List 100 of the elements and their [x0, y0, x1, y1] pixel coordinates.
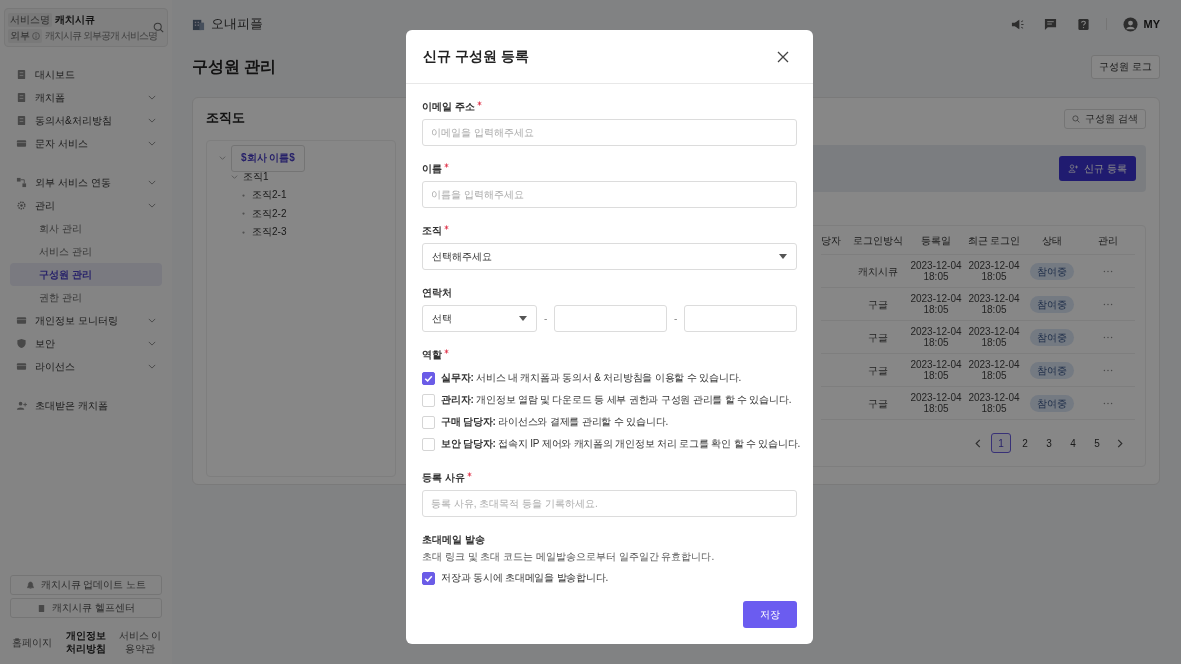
table-cell-text: 2023-12-04 18:05	[909, 326, 963, 348]
user-name: MY	[1143, 18, 1160, 30]
tree-item[interactable]: 조직2-1	[252, 188, 287, 203]
column-header: 로그인방식	[852, 234, 904, 246]
document-icon	[16, 115, 27, 126]
search-icon	[1072, 115, 1081, 123]
separator-text: -	[544, 313, 548, 324]
menu-item[interactable]: 동의서&처리방침	[10, 109, 162, 132]
search-icon[interactable]	[153, 22, 164, 33]
footer-link[interactable]: 홈페이지	[10, 635, 54, 649]
help-center-button[interactable]: 캐치시큐 헬프센터	[10, 598, 162, 618]
more-icon[interactable]	[1103, 401, 1113, 405]
table-cell-text: 2023-12-04 18:05	[967, 293, 1021, 315]
add-member-button[interactable]: 신규 등록	[1059, 156, 1136, 181]
page-button[interactable]: 2	[1015, 433, 1035, 453]
chevron-left-icon[interactable]	[975, 438, 981, 448]
chevron-right-icon[interactable]	[1117, 438, 1123, 448]
field-label: 이름	[422, 162, 442, 176]
avatar-icon[interactable]	[1122, 16, 1138, 32]
submenu-item[interactable]: 권한 관리	[10, 286, 162, 309]
page-button[interactable]: 1	[991, 433, 1011, 453]
visibility-label: 외부	[10, 28, 30, 43]
more-icon[interactable]	[1103, 302, 1113, 306]
more-icon[interactable]	[1103, 368, 1113, 372]
table-cell-text: 2023-12-04 18:05	[909, 359, 963, 381]
column-header: 관리	[1097, 234, 1119, 246]
bullet-icon	[242, 212, 245, 216]
member-log-button[interactable]: 구성원 로그	[1091, 55, 1160, 79]
select-field[interactable]: 선택	[422, 305, 537, 332]
table-cell-text: 구글	[867, 331, 889, 343]
save-button[interactable]: 저장	[743, 601, 797, 628]
user-add-icon	[16, 400, 27, 411]
footer-link[interactable]: 서비스 이용약관	[118, 629, 162, 655]
help-icon[interactable]	[1076, 17, 1090, 31]
megaphone-icon[interactable]	[1010, 17, 1024, 31]
menu-item[interactable]: 보안	[10, 332, 162, 355]
tree-item[interactable]: $회사 이름$	[231, 144, 305, 172]
submenu-item[interactable]: 회사 관리	[10, 217, 162, 240]
tree-item[interactable]: 조직2-3	[252, 225, 287, 240]
input-field[interactable]: 등록 사유, 초대목적 등을 기록하세요.	[422, 490, 797, 517]
menu-item[interactable]: 캐치폼	[10, 86, 162, 109]
table-cell-text: 구글	[867, 298, 889, 310]
building-icon	[192, 17, 205, 31]
caret-icon	[519, 316, 527, 321]
member-search-button[interactable]: 구성원 검색	[1064, 109, 1146, 129]
footer-link[interactable]: 개인정보 처리방침	[64, 629, 108, 655]
service-card[interactable]: 서비스명 캐치시큐 외부 캐치시큐 외부공개 서비스명	[4, 8, 168, 47]
bullet-icon	[242, 193, 245, 197]
field-label: 조직	[422, 224, 442, 238]
submenu-item[interactable]: 구성원 관리	[10, 263, 162, 286]
tree-item[interactable]: 조직2-2	[252, 206, 287, 221]
caret-icon	[779, 254, 787, 259]
input-field[interactable]: 이메일을 입력해주세요	[422, 119, 797, 146]
table-cell-text: 2023-12-04 18:05	[967, 260, 1021, 282]
input-field[interactable]: 이름을 입력해주세요	[422, 181, 797, 208]
chevron-down-icon	[148, 203, 156, 208]
table-cell-text: 구글	[867, 364, 889, 376]
more-icon[interactable]	[1103, 335, 1113, 339]
menu-item[interactable]: 라이선스	[10, 355, 162, 378]
table-cell-text: 구글	[867, 397, 889, 409]
table-cell-text: 2023-12-04 18:05	[967, 326, 1021, 348]
menu-item[interactable]: 대시보드	[10, 63, 162, 86]
status-badge: 참여중	[1030, 295, 1074, 313]
gear-icon	[16, 200, 27, 211]
page-button[interactable]: 4	[1063, 433, 1083, 453]
more-icon[interactable]	[1103, 269, 1113, 273]
menu-item[interactable]: 개인정보 모니터링	[10, 309, 162, 332]
input-field[interactable]	[554, 305, 667, 332]
menu-item[interactable]: 초대받은 캐치폼	[10, 394, 162, 417]
role-option-label: 보안 담당자: 접속지 IP 제어와 캐치폼의 개인정보 처리 로그를 확인 할 수 있습니다.	[441, 437, 801, 451]
chat-icon[interactable]	[1043, 17, 1057, 31]
menu-item[interactable]: 문자 서비스	[10, 132, 162, 155]
chevron-down-icon	[148, 318, 156, 323]
service-name: 캐치시큐	[55, 12, 95, 27]
page-button[interactable]: 5	[1087, 433, 1107, 453]
menu-item[interactable]: 관리	[10, 194, 162, 217]
chevron-down-icon	[148, 341, 156, 346]
checkbox[interactable]	[422, 571, 435, 585]
page-button[interactable]: 3	[1039, 433, 1059, 453]
input-field[interactable]	[684, 305, 797, 332]
table-cell-text: 캐치시큐	[857, 265, 899, 277]
org-chart-title: 조직도	[206, 109, 246, 127]
bell-icon	[25, 580, 35, 590]
card-icon	[16, 361, 27, 372]
status-badge: 참여중	[1030, 394, 1074, 412]
select-field[interactable]: 선택해주세요	[422, 243, 797, 270]
status-badge: 참여중	[1030, 262, 1074, 280]
submenu-item[interactable]: 서비스 관리	[10, 240, 162, 263]
column-header: 당자	[821, 234, 842, 246]
update-notes-button[interactable]: 캐치시큐 업데이트 노트	[10, 575, 162, 595]
status-badge: 참여중	[1030, 328, 1074, 346]
close-icon[interactable]	[777, 50, 789, 63]
status-badge: 참여중	[1030, 361, 1074, 379]
chevron-down-icon	[148, 118, 156, 123]
tree-item[interactable]: 조직1	[243, 169, 269, 184]
checkbox[interactable]	[422, 371, 435, 385]
info-icon	[32, 31, 40, 40]
column-header: 최근 로그인	[966, 234, 1022, 246]
bullet-icon	[242, 230, 245, 234]
menu-item[interactable]: 외부 서비스 연동	[10, 171, 162, 194]
